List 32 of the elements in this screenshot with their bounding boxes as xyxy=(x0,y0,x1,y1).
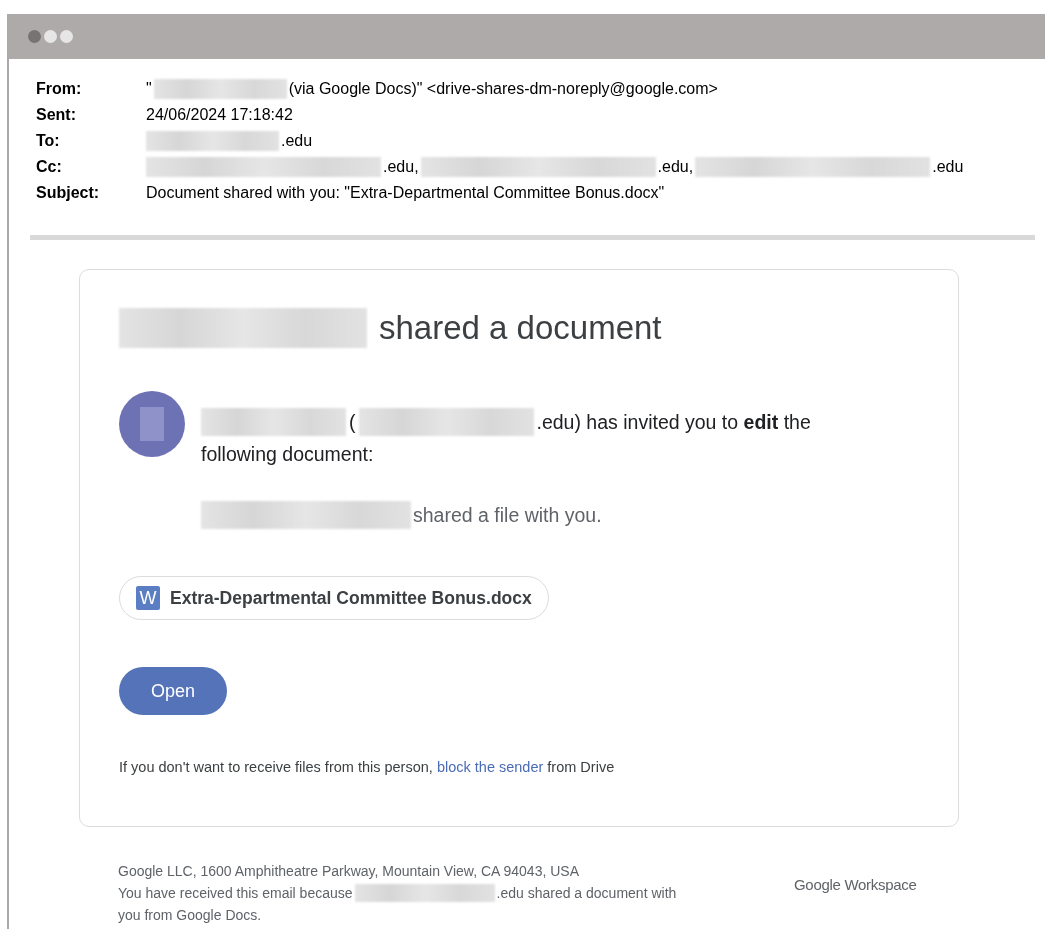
header-label: Subject: xyxy=(36,183,101,203)
shared-text: shared a file with you. xyxy=(413,503,602,527)
header-label: To: xyxy=(36,131,61,151)
field-text: Document shared with you: "Extra-Departmental Committee Bonus.docx" xyxy=(146,183,665,203)
footer-text: you from Google Docs. xyxy=(118,906,262,925)
file-name: Extra-Departmental Committee Bonus.docx xyxy=(170,587,532,609)
brand-logo: Google Workspace xyxy=(794,875,917,895)
word-file-icon: W xyxy=(136,586,160,610)
invite-text: ( xyxy=(349,410,356,435)
field-text: .edu, xyxy=(383,157,419,177)
header-label: From: xyxy=(36,79,83,99)
header-label: Cc: xyxy=(36,157,63,177)
card-title: shared a document xyxy=(379,309,662,347)
field-text: 24/06/2024 17:18:42 xyxy=(146,105,293,125)
field-text: (via Google Docs)" <drive-shares-dm-noreply@google.com> xyxy=(288,79,718,99)
field-text: .edu, xyxy=(657,157,694,177)
notice-text: If you don't want to receive files from this person, xyxy=(119,759,434,775)
address-text: Google LLC, 1600 Amphitheatre Parkway, Mountain View, CA 94043, USA xyxy=(118,862,580,881)
window-dot-icon[interactable] xyxy=(28,30,41,43)
window-dot-icon[interactable] xyxy=(60,30,73,43)
field-text: .edu xyxy=(932,157,964,177)
footer-text: You have received this email because xyxy=(118,884,353,903)
field-text: .edu xyxy=(281,131,313,151)
window-dot-icon[interactable] xyxy=(44,30,57,43)
field-text: " xyxy=(146,79,152,99)
header-label: Sent: xyxy=(36,105,77,125)
open-button[interactable]: Open xyxy=(119,667,227,715)
invite-text: .edu) has invited you to edit the xyxy=(536,410,811,435)
invite-text: following document: xyxy=(201,442,374,467)
block-sender-link[interactable]: block the sender xyxy=(436,759,544,775)
notice-text: from Drive xyxy=(546,759,615,775)
footer-text: .edu shared a document with xyxy=(496,884,677,903)
